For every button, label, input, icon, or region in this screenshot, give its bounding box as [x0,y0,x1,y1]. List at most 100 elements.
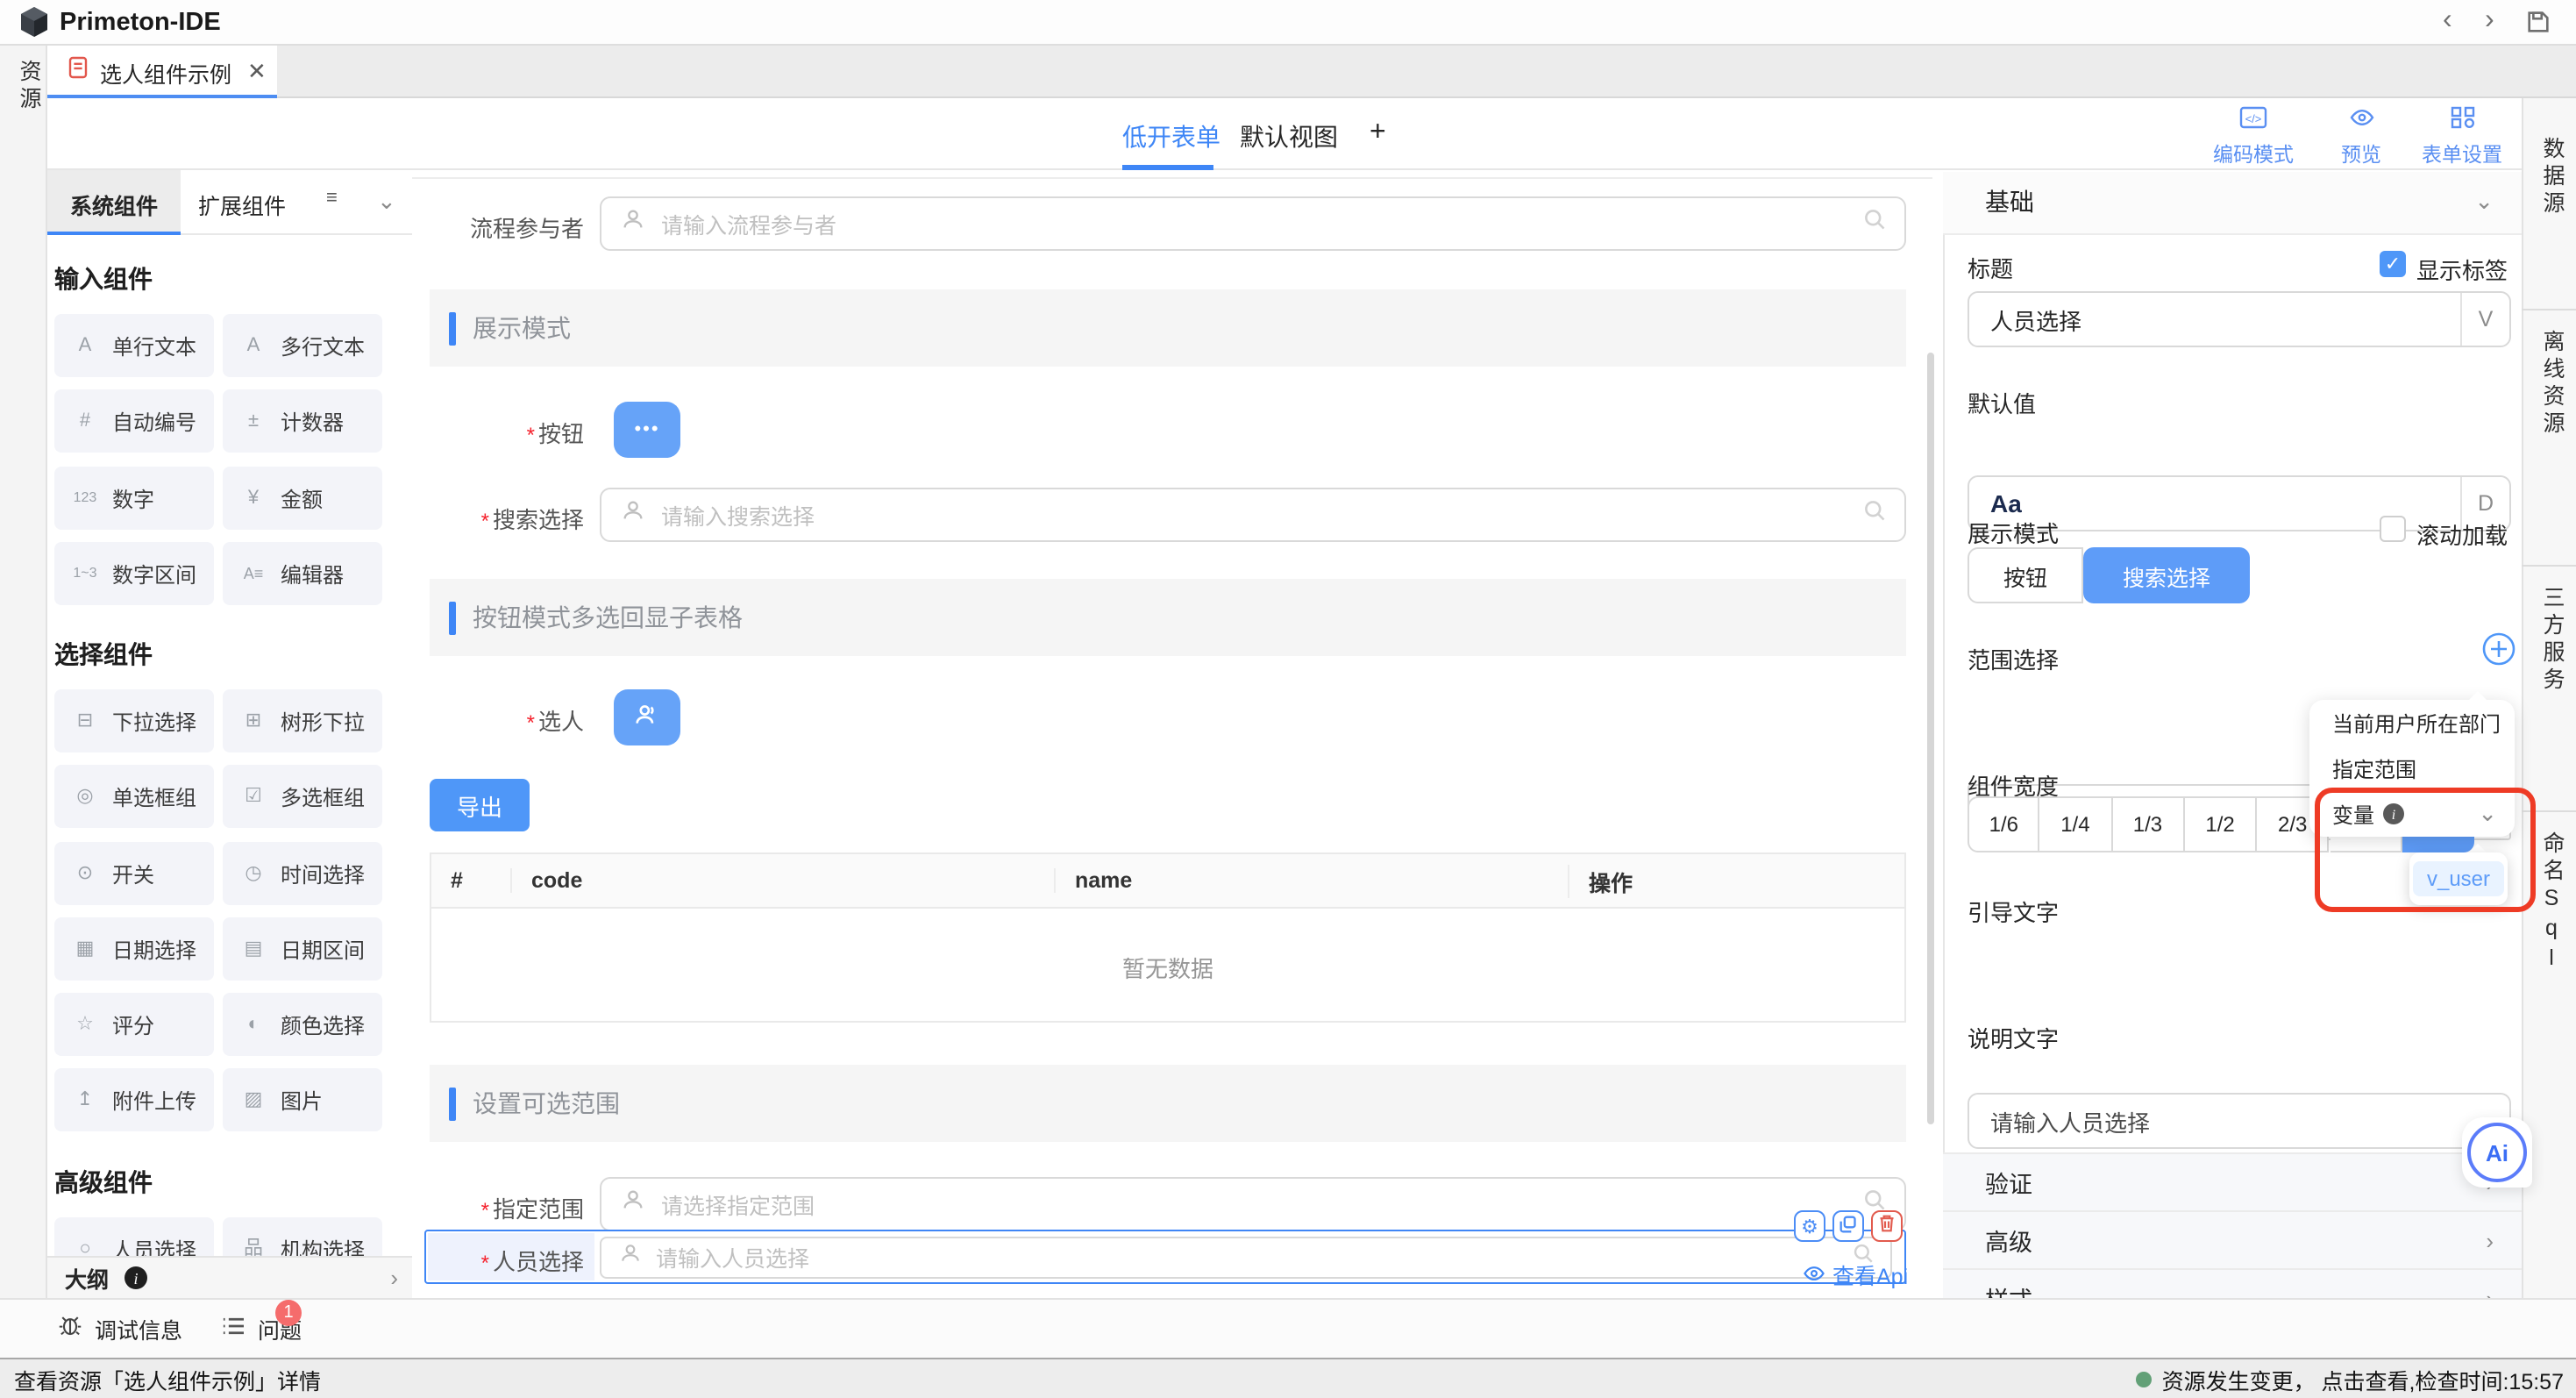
status-right-text[interactable]: 资源发生变更， 点击查看,检查时间:15:57 [2162,1362,2564,1395]
left-rail [0,46,47,1298]
person-picker-button[interactable] [614,689,680,745]
rail-item-named-sql[interactable]: 命名Sql [2536,831,2569,975]
panel-collapse-chevron-icon[interactable]: ⌄ [377,188,396,216]
view-api-link[interactable]: 查看Api [1803,1258,1908,1291]
multi-line-text-icon: A [238,336,268,355]
component-item[interactable]: ⊙开关 [54,842,214,905]
rail-item-third-party[interactable]: 三方服务 [2536,586,2569,695]
component-item[interactable]: ☆评分 [54,993,214,1056]
tab-extension-components[interactable]: 扩展组件 [198,188,286,221]
problems-badge: 1 [275,1300,302,1326]
component-item[interactable]: ⊞树形下拉 [223,689,382,752]
rail-item-offline-resources[interactable]: 离线资源 [2536,330,2569,439]
document-icon [68,56,88,88]
component-item[interactable]: ☑多选框组 [223,765,382,828]
process-participant-input[interactable]: 请输入流程参与者 [600,196,1906,251]
component-item[interactable]: ↥附件上传 [54,1068,214,1131]
show-label-checkbox[interactable]: ✓ [2380,251,2406,277]
component-item[interactable]: ◎单选框组 [54,765,214,828]
preview-label: 预览 [2341,140,2381,168]
section-validation[interactable]: 验证 › [1943,1152,2522,1210]
group-title-select: 选择组件 [54,637,153,672]
panel-menu-icon[interactable]: ≡ [326,188,338,209]
document-tab[interactable]: 选人组件示例 ✕ [47,46,277,98]
form-settings-button[interactable]: 表单设置 [2422,105,2502,168]
component-item[interactable]: #自动编号 [54,389,214,453]
field-label-person-select: *人员选择 [421,1244,584,1277]
delete-component-button[interactable] [1871,1210,1903,1242]
left-rail-resources[interactable]: 资源 [12,60,46,114]
rail-divider [2522,810,2576,812]
copy-component-button[interactable] [1832,1210,1864,1242]
field-label-process-participant: 流程参与者 [421,210,584,244]
canvas-scrollbar[interactable] [1927,353,1934,1124]
width-option-1-4[interactable]: 1/4 [2040,796,2113,852]
add-view-tab[interactable]: + [1370,118,1386,149]
settings-gear-button[interactable]: ⚙ [1794,1210,1825,1242]
component-item[interactable]: A多行文本 [223,314,382,377]
rail-divider [2522,309,2576,310]
component-item[interactable]: ▨图片 [223,1068,382,1131]
save-icon[interactable] [2525,9,2551,44]
status-left-text[interactable]: 查看资源「选人组件示例」详情 [14,1362,321,1395]
section-advanced[interactable]: 高级 › [1943,1210,2522,1268]
component-item[interactable]: ±计数器 [223,389,382,453]
width-option-1-3[interactable]: 1/3 [2112,796,2185,852]
form-settings-label: 表单设置 [2422,140,2502,168]
tab-system-components[interactable]: 系统组件 [70,188,158,221]
popup-option-current-dept[interactable]: 当前用户所在部门 [2309,700,2515,745]
component-item[interactable]: ▦日期选择 [54,917,214,981]
width-option-1-6[interactable]: 1/6 [1968,796,2040,852]
collapse-chevron-icon[interactable]: ⌄ [2474,188,2494,216]
radio-group-icon: ◎ [70,787,100,806]
switch-icon: ⊙ [70,864,100,883]
component-item[interactable]: A≡编辑器 [223,542,382,605]
nav-back-icon[interactable]: ‹ [2443,7,2452,35]
code-mode-button[interactable]: </> 编码模式 [2213,105,2294,168]
export-button[interactable]: 导出 [430,779,530,831]
search-select-input[interactable]: 请输入搜索选择 [600,488,1906,542]
component-item[interactable]: A单行文本 [54,314,214,377]
tab-lowcode-form[interactable]: 低开表单 [1122,119,1220,154]
preview-button[interactable]: 预览 [2341,105,2381,168]
component-item[interactable]: ◷时间选择 [223,842,382,905]
title-input[interactable]: 人员选择 V [1968,291,2511,347]
component-item[interactable]: 123数字 [54,467,214,530]
table-header-row: # code name 操作 [431,854,1904,909]
range-options-popup: 当前用户所在部门 指定范围 变量 i ⌄ [2309,700,2515,837]
column-header-index: # [431,868,510,893]
document-tab-label: 选人组件示例 [100,55,231,89]
debug-info-item[interactable]: 调试信息 [95,1312,182,1345]
nav-forward-icon[interactable]: › [2485,7,2494,35]
display-mode-button-option[interactable]: 按钮 [1968,547,2083,603]
scroll-load-checkbox[interactable] [2380,516,2406,542]
inspector-basic-header[interactable]: 基础 ⌄ [1943,171,2522,234]
popup-option-variable[interactable]: 变量 i ⌄ [2309,791,2515,837]
close-tab-icon[interactable]: ✕ [247,58,267,86]
component-item[interactable]: 1~3数字区间 [54,542,214,605]
time-picker-icon: ◷ [238,864,268,883]
assign-range-input[interactable]: 请选择指定范围 [600,1177,1906,1231]
component-item[interactable]: ▤日期区间 [223,917,382,981]
component-item[interactable]: ◐颜色选择 [223,993,382,1056]
width-option-1-2[interactable]: 1/2 [2185,796,2258,852]
rail-divider [2522,565,2576,567]
person-select-input[interactable]: 请输入人员选择 [600,1236,1892,1278]
outline-bar[interactable]: 大纲 i › [47,1256,412,1298]
variable-info-icon: i [2383,803,2404,824]
outline-expand-chevron-icon[interactable]: › [390,1265,398,1291]
ai-assistant-button[interactable]: Ai [2462,1117,2532,1188]
guide-text-input[interactable]: 请输入人员选择 [1968,1093,2511,1149]
variable-option-v-user[interactable]: v_user [2413,861,2504,896]
ellipsis-picker-button[interactable]: ••• [614,402,680,458]
component-item[interactable]: ¥金额 [223,467,382,530]
popup-option-assign-range[interactable]: 指定范围 [2309,745,2515,791]
problems-list-icon [221,1313,246,1345]
rail-item-datasource[interactable]: 数据源 [2536,137,2569,218]
tab-default-view[interactable]: 默认视图 [1240,119,1338,154]
component-item[interactable]: ⊟下拉选择 [54,689,214,752]
title-variable-toggle[interactable]: V [2460,293,2509,346]
add-range-icon[interactable] [2481,631,2516,675]
field-label-person-picker: *选人 [421,703,584,737]
display-mode-search-option[interactable]: 搜索选择 [2083,547,2250,603]
